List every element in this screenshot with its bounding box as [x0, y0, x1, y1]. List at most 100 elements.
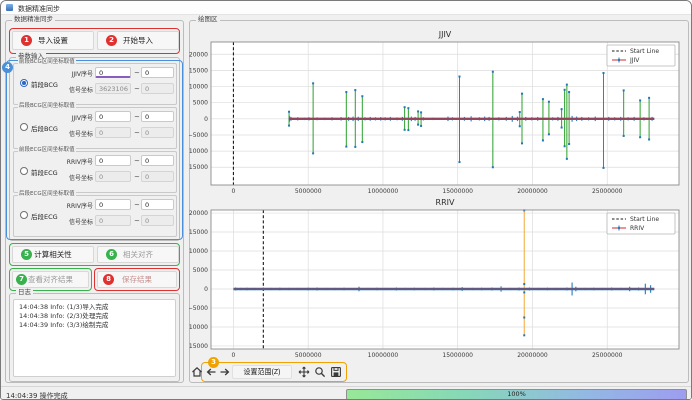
log-line: 14:04:39 Info: (3/3)绘制完成 — [19, 321, 170, 330]
home-icon[interactable] — [191, 366, 203, 378]
start-import-label: 开始导入 — [123, 35, 153, 46]
signal-coord-to-field[interactable]: 0 — [141, 171, 174, 182]
svg-text:20000: 20000 — [189, 51, 208, 58]
svg-text:5000: 5000 — [193, 267, 208, 274]
step-badge-8: 8 — [103, 274, 114, 285]
svg-text:0: 0 — [232, 188, 236, 195]
param-section-rear-ecg: 后段ECG区间坐标取值 后段ECG RRIV序号 0 ~ 0 信号坐标 0 ~ … — [13, 195, 177, 237]
radio-front-bcg[interactable] — [20, 79, 28, 87]
title-bar: 数据精准同步 — [1, 1, 691, 15]
svg-text:JJIV: JJIV — [629, 57, 640, 64]
progress-bar: 100% — [346, 389, 687, 400]
svg-text:Start Line: Start Line — [630, 48, 659, 55]
signal-coord-from-field[interactable]: 0 — [95, 127, 131, 138]
signal-coord-to-field[interactable]: 0 — [141, 215, 174, 226]
save-result-label: 保存结果 — [122, 274, 152, 285]
tilde: ~ — [134, 173, 140, 181]
radio-front-ecg[interactable] — [20, 167, 28, 175]
svg-text:−15000: −15000 — [189, 343, 208, 350]
sync-group-title: 数据精准同步 — [12, 16, 55, 23]
log-line: 14:04:38 Info: (1/3)导入完成 — [19, 303, 170, 312]
rriv-index-to-field[interactable]: 0 — [141, 155, 174, 166]
param-section-title: 后段ECG区间坐标取值 — [18, 192, 76, 198]
jjiv-index-to-field[interactable]: 0 — [141, 111, 174, 122]
signal-coord-to-field[interactable]: 0 — [141, 83, 174, 94]
svg-text:RRIV: RRIV — [630, 225, 645, 232]
log-line: 14:04:38 Info: (2/3)处理完成 — [19, 312, 170, 321]
svg-text:10000000: 10000000 — [368, 188, 399, 195]
radio-rear-ecg[interactable] — [20, 211, 28, 219]
jjiv-chart[interactable]: −15000−10000−500005000100001500020000050… — [189, 25, 683, 197]
param-section-title: 后段BCG区间坐标取值 — [18, 104, 76, 110]
radio-rear-bcg-label: 后段BCG — [31, 123, 58, 133]
step-badge-3: 3 — [208, 357, 219, 368]
pan-icon[interactable] — [298, 366, 310, 378]
svg-text:10000000: 10000000 — [368, 352, 399, 359]
svg-text:15000: 15000 — [189, 229, 208, 236]
svg-text:0: 0 — [232, 352, 236, 359]
signal-coord-label: 信号坐标 — [58, 85, 93, 94]
svg-text:20000000: 20000000 — [517, 188, 548, 195]
param-section-rear-bcg: 后段BCG区间坐标取值 后段BCG JJIV序号 0 ~ 0 信号坐标 0 ~ … — [13, 107, 177, 149]
step-badge-2: 2 — [106, 35, 117, 46]
set-range-button[interactable]: 设置范围(Z) — [232, 365, 292, 379]
view-align-result-label: 查看对齐结果 — [28, 274, 73, 285]
rriv-chart[interactable]: −15000−10000−500005000100001500020000050… — [189, 197, 683, 363]
tilde: ~ — [134, 217, 140, 225]
compute-correlation-label: 计算相关性 — [34, 249, 72, 260]
jjiv-index-from-field[interactable]: 0 — [95, 111, 131, 122]
radio-front-ecg-label: 前段ECG — [31, 167, 58, 177]
signal-coord-from-field[interactable]: 0 — [95, 171, 131, 182]
tilde: ~ — [134, 201, 140, 209]
jjiv-index-from-field[interactable]: 0 — [95, 67, 131, 78]
save-icon[interactable] — [330, 366, 342, 378]
svg-text:−10000: −10000 — [189, 148, 208, 155]
svg-text:−15000: −15000 — [189, 164, 208, 171]
param-section-title: 前段ECG区间坐标取值 — [18, 148, 76, 154]
window-title: 数据精准同步 — [18, 4, 60, 14]
svg-text:JJIV: JJIV — [438, 30, 452, 39]
tilde: ~ — [134, 85, 140, 93]
svg-text:25000000: 25000000 — [592, 352, 623, 359]
signal-coord-from-field[interactable]: 0 — [95, 215, 131, 226]
rriv-index-from-field[interactable]: 0 — [95, 199, 131, 210]
param-section-title: 前段BCG区间坐标取值 — [18, 60, 76, 66]
step-badge-5: 5 — [21, 249, 32, 260]
param-section-front-ecg: 前段ECG区间坐标取值 前段ECG RRIV序号 0 ~ 0 信号坐标 0 ~ … — [13, 151, 177, 193]
signal-coord-label: 信号坐标 — [58, 217, 93, 226]
tilde: ~ — [134, 69, 140, 77]
rriv-index-to-field[interactable]: 0 — [141, 199, 174, 210]
app-icon — [6, 4, 13, 11]
tilde: ~ — [134, 113, 140, 121]
set-range-label: 设置范围(Z) — [244, 367, 281, 377]
svg-text:20000000: 20000000 — [517, 352, 548, 359]
tilde: ~ — [134, 129, 140, 137]
jjiv-index-label: JJIV序号 — [58, 113, 93, 122]
rriv-index-label: RRIV序号 — [58, 157, 93, 166]
zoom-icon[interactable] — [314, 366, 326, 378]
svg-text:10000: 10000 — [189, 248, 208, 255]
import-settings-label: 导入设置 — [38, 35, 68, 46]
svg-text:0: 0 — [204, 286, 208, 293]
svg-text:20000: 20000 — [189, 210, 208, 217]
log-list[interactable]: 14:04:38 Info: (1/3)导入完成 14:04:38 Info: … — [13, 299, 176, 377]
svg-text:10000: 10000 — [189, 84, 208, 91]
rriv-index-from-field[interactable]: 0 — [95, 155, 131, 166]
signal-coord-label: 信号坐标 — [58, 129, 93, 138]
back-icon[interactable] — [205, 366, 217, 378]
signal-coord-to-field[interactable]: 0 — [141, 127, 174, 138]
forward-icon[interactable] — [219, 366, 231, 378]
jjiv-index-to-field[interactable]: 0 — [141, 67, 174, 78]
signal-coord-from-field[interactable]: 3623106 — [95, 83, 131, 94]
svg-text:15000000: 15000000 — [442, 352, 473, 359]
svg-text:15000000: 15000000 — [442, 188, 473, 195]
radio-rear-bcg[interactable] — [20, 123, 28, 131]
svg-text:−10000: −10000 — [189, 324, 208, 331]
svg-text:RRIV: RRIV — [436, 198, 455, 207]
align-label: 相关对齐 — [123, 249, 153, 260]
step-badge-4: 4 — [2, 62, 13, 73]
step-badge-1: 1 — [21, 35, 32, 46]
progress-value: 100% — [507, 390, 526, 398]
svg-text:15000: 15000 — [189, 67, 208, 74]
tilde: ~ — [134, 157, 140, 165]
